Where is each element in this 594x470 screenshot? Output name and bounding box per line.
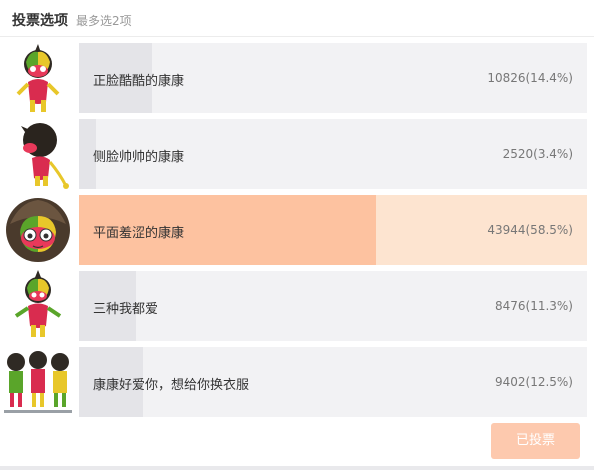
option-count: 2520(3.4%) [502,147,573,161]
option-bar[interactable]: 正脸酷酷的康康 10826(14.4%) [79,43,587,113]
option-bar[interactable]: 康康好爱你，想给你换衣服 9402(12.5%) [79,347,587,417]
option-image [0,346,76,418]
option-count: 8476(11.3%) [494,299,573,313]
option-image [0,42,76,114]
poll-option[interactable]: 侧脸帅帅的康康 2520(3.4%) [0,118,594,190]
poll-option-selected[interactable]: 平面羞涩的康康 43944(58.5%) [0,194,594,266]
poll-title: 投票选项 [12,13,68,29]
poll-subtitle: 最多选2项 [76,14,132,28]
option-label: 正脸酷酷的康康 [93,74,185,89]
bottom-divider [0,466,594,470]
poll-header: 投票选项 最多选2项 [0,0,594,37]
option-label: 康康好爱你，想给你换衣服 [93,378,250,393]
poll-option[interactable]: 正脸酷酷的康康 10826(14.4%) [0,42,594,114]
option-label: 平面羞涩的康康 [93,226,185,241]
option-bar[interactable]: 侧脸帅帅的康康 2520(3.4%) [79,119,587,189]
poll-option[interactable]: 康康好爱你，想给你换衣服 9402(12.5%) [0,346,594,418]
option-bar-selected[interactable]: 平面羞涩的康康 43944(58.5%) [79,195,587,265]
option-count: 10826(14.4%) [487,71,573,85]
option-count: 43944(58.5%) [487,223,573,237]
option-image [0,194,76,266]
option-label: 三种我都爱 [93,302,159,317]
voted-button[interactable]: 已投票 [491,423,580,459]
poll-option[interactable]: 三种我都爱 8476(11.3%) [0,270,594,342]
option-bar[interactable]: 三种我都爱 8476(11.3%) [79,271,587,341]
option-image [0,118,76,190]
option-count: 9402(12.5%) [494,375,573,389]
option-image [0,270,76,342]
option-label: 侧脸帅帅的康康 [93,150,185,165]
